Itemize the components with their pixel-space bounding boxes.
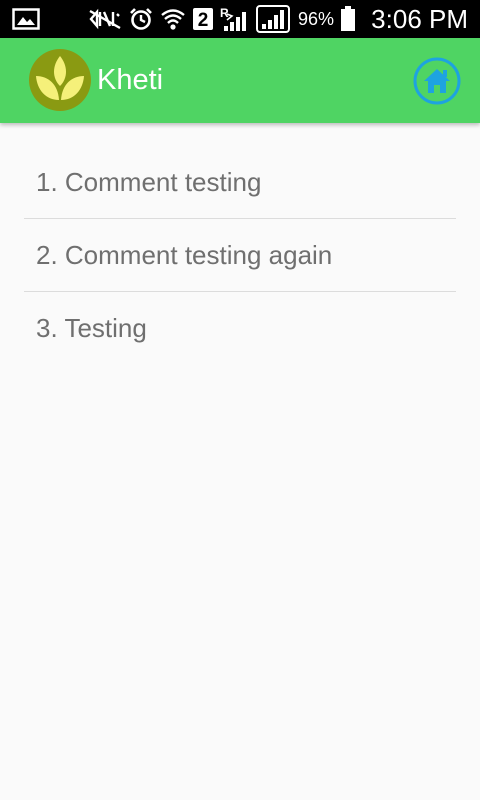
alarm-icon	[130, 8, 152, 30]
signal-icon	[256, 5, 290, 33]
battery-percent: 96%	[298, 8, 335, 29]
roaming-label: R	[220, 6, 229, 20]
wifi-icon	[161, 9, 185, 30]
status-bar: 2 R 96% 3:06 PM	[0, 0, 480, 38]
list-item-text: 2. Comment testing again	[36, 239, 333, 270]
app-title: Kheti	[97, 64, 164, 96]
status-time: 3:06 PM	[371, 4, 468, 34]
list-item-text: 3. Testing	[36, 313, 147, 343]
battery-icon	[341, 6, 356, 31]
list-item-text: 1. Comment testing	[36, 166, 262, 197]
sim-2-icon: 2	[193, 8, 213, 31]
sim-2-label: 2	[198, 10, 209, 31]
list-item[interactable]: 2. Comment testing again	[24, 219, 456, 292]
gallery-icon	[12, 8, 40, 30]
signal-roaming-icon: R	[220, 6, 246, 31]
comment-list: 1. Comment testing 2. Comment testing ag…	[24, 146, 456, 365]
list-item[interactable]: 1. Comment testing	[24, 146, 456, 219]
status-icons: 2 R 96%	[88, 5, 356, 33]
home-icon[interactable]	[412, 56, 462, 106]
nfc-off-icon	[89, 8, 121, 30]
app-bar: Kheti	[0, 38, 480, 123]
list-item[interactable]: 3. Testing	[24, 292, 456, 365]
leaf-logo-icon[interactable]	[28, 48, 92, 112]
